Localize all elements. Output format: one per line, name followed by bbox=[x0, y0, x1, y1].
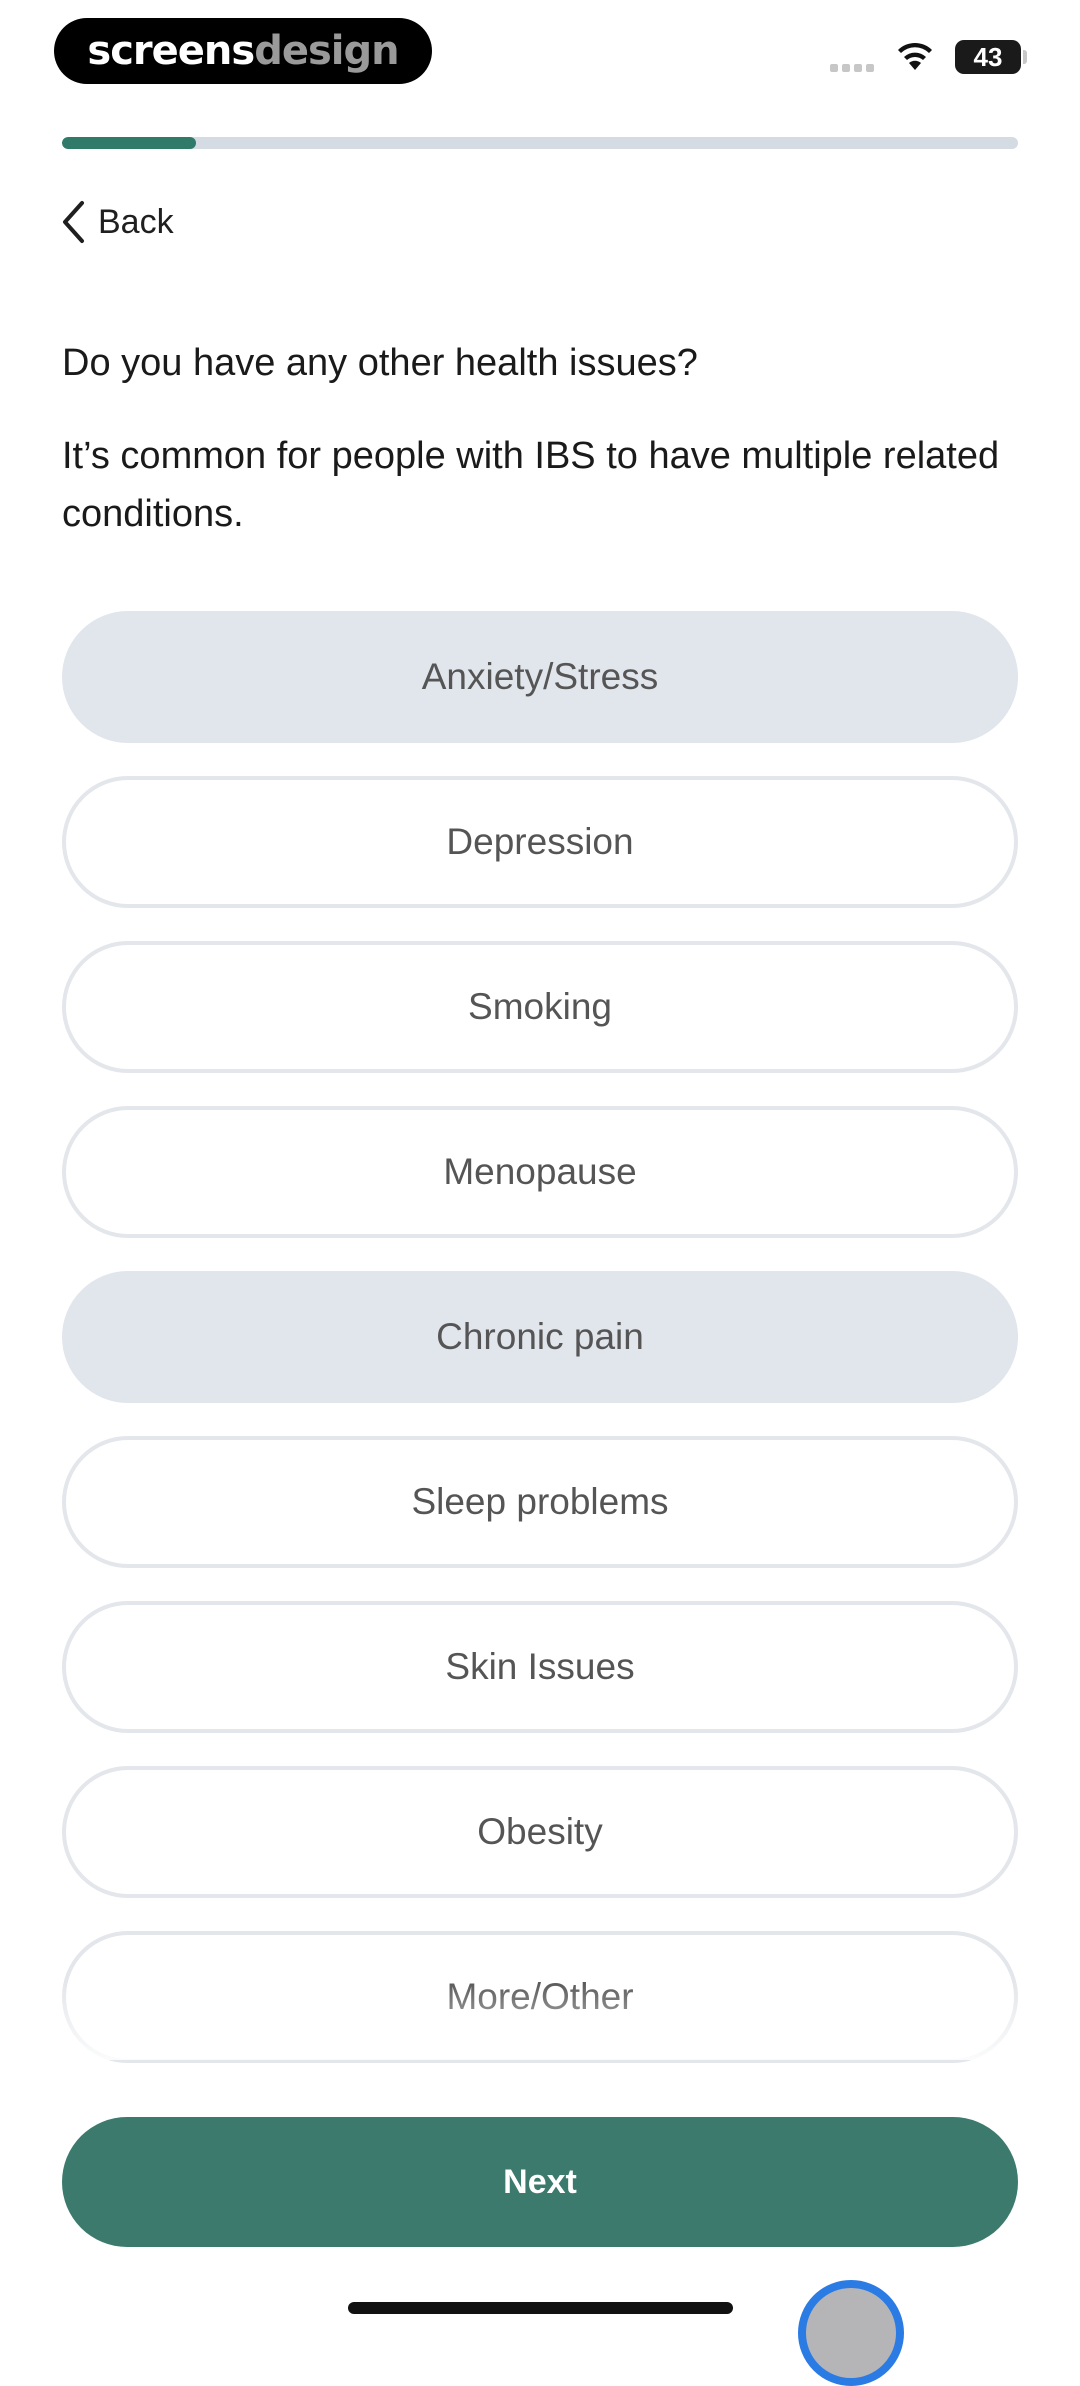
option-more-other[interactable]: More/Other bbox=[62, 1931, 1018, 2063]
back-button[interactable]: Back bbox=[58, 196, 174, 248]
chevron-left-icon bbox=[63, 201, 84, 243]
brand-logo-part2: design bbox=[254, 28, 399, 74]
option-label: More/Other bbox=[446, 1976, 634, 2017]
option-label: Sleep problems bbox=[411, 1481, 669, 1522]
option-anxiety-stress[interactable]: Anxiety/Stress bbox=[62, 611, 1018, 743]
signal-dots-icon bbox=[830, 64, 874, 72]
status-bar: screens design 43 bbox=[0, 0, 1080, 110]
option-depression[interactable]: Depression bbox=[62, 776, 1018, 908]
brand-logo-part1: screens bbox=[87, 28, 255, 74]
option-sleep-problems[interactable]: Sleep problems bbox=[62, 1436, 1018, 1568]
back-label: Back bbox=[98, 202, 174, 241]
question-title: Do you have any other health issues? bbox=[62, 342, 698, 384]
question-subtitle: It’s common for people with IBS to have … bbox=[62, 435, 1000, 535]
battery-icon: 43 bbox=[955, 40, 1021, 74]
option-label: Smoking bbox=[468, 986, 612, 1027]
wifi-icon bbox=[898, 42, 932, 70]
option-chronic-pain[interactable]: Chronic pain bbox=[62, 1271, 1018, 1403]
battery-level: 43 bbox=[973, 41, 1003, 72]
battery-tip bbox=[1023, 50, 1027, 64]
next-button[interactable]: Next bbox=[62, 2117, 1018, 2247]
option-skin-issues[interactable]: Skin Issues bbox=[62, 1601, 1018, 1733]
option-label: Anxiety/Stress bbox=[421, 656, 659, 697]
home-indicator[interactable] bbox=[348, 2302, 733, 2314]
progress-bar bbox=[62, 137, 1018, 149]
next-button-label: Next bbox=[503, 2162, 577, 2201]
option-obesity[interactable]: Obesity bbox=[62, 1766, 1018, 1898]
option-menopause[interactable]: Menopause bbox=[62, 1106, 1018, 1238]
option-label: Skin Issues bbox=[445, 1646, 635, 1687]
progress-bar-fill bbox=[62, 137, 196, 149]
option-label: Chronic pain bbox=[436, 1316, 644, 1357]
assistive-touch-button[interactable] bbox=[798, 2280, 904, 2386]
option-label: Depression bbox=[446, 821, 634, 862]
option-label: Obesity bbox=[477, 1811, 603, 1852]
option-label: Menopause bbox=[443, 1151, 637, 1192]
option-smoking[interactable]: Smoking bbox=[62, 941, 1018, 1073]
brand-logo: screens design bbox=[54, 18, 432, 84]
